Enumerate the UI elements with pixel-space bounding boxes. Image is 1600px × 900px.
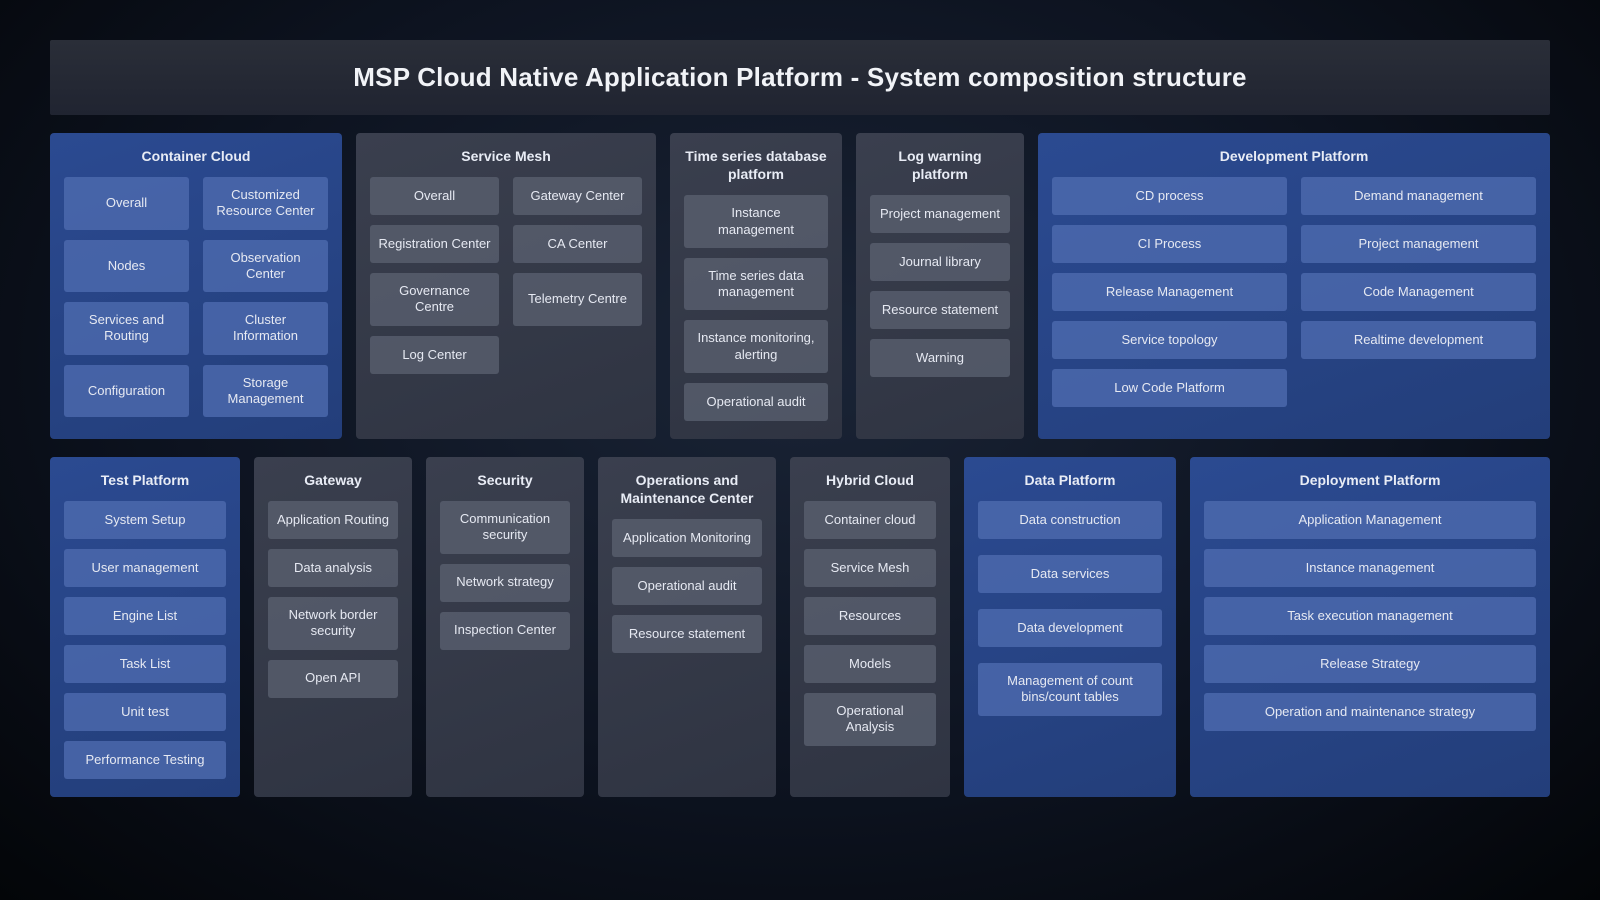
card-gateway: Gateway Application Routing Data analysi… bbox=[254, 457, 412, 797]
item[interactable]: Network border security bbox=[268, 597, 398, 650]
card-title: Time series database platform bbox=[684, 147, 828, 183]
card-tsdb: Time series database platform Instance m… bbox=[670, 133, 842, 439]
card-hybrid-cloud: Hybrid Cloud Container cloud Service Mes… bbox=[790, 457, 950, 797]
item[interactable]: Warning bbox=[870, 339, 1010, 377]
card-title: Development Platform bbox=[1052, 147, 1536, 165]
item[interactable]: Open API bbox=[268, 660, 398, 698]
card-title: Log warning platform bbox=[870, 147, 1010, 183]
card-log-warning: Log warning platform Project management … bbox=[856, 133, 1024, 439]
card-title: Operations and Maintenance Center bbox=[612, 471, 762, 507]
item[interactable]: Release Management bbox=[1052, 273, 1287, 311]
page-title: MSP Cloud Native Application Platform - … bbox=[60, 62, 1540, 93]
item[interactable]: Services and Routing bbox=[64, 302, 189, 355]
item[interactable]: Models bbox=[804, 645, 936, 683]
card-title: Hybrid Cloud bbox=[804, 471, 936, 489]
card-security: Security Communication security Network … bbox=[426, 457, 584, 797]
item[interactable]: Resource statement bbox=[870, 291, 1010, 329]
item[interactable]: Service Mesh bbox=[804, 549, 936, 587]
item[interactable]: Data analysis bbox=[268, 549, 398, 587]
card-omc: Operations and Maintenance Center Applic… bbox=[598, 457, 776, 797]
item[interactable]: Observation Center bbox=[203, 240, 328, 293]
item[interactable]: Project management bbox=[1301, 225, 1536, 263]
card-service-mesh: Service Mesh Overall Gateway Center Regi… bbox=[356, 133, 656, 439]
item[interactable]: Communication security bbox=[440, 501, 570, 554]
item[interactable]: Data services bbox=[978, 555, 1162, 593]
item[interactable]: Engine List bbox=[64, 597, 226, 635]
item[interactable]: Inspection Center bbox=[440, 612, 570, 650]
item[interactable]: Application Monitoring bbox=[612, 519, 762, 557]
item[interactable]: Instance monitoring, alerting bbox=[684, 320, 828, 373]
item[interactable]: Governance Centre bbox=[370, 273, 499, 326]
item[interactable]: Cluster Information bbox=[203, 302, 328, 355]
item[interactable]: CA Center bbox=[513, 225, 642, 263]
item[interactable]: Operation and maintenance strategy bbox=[1204, 693, 1536, 731]
item[interactable]: Performance Testing bbox=[64, 741, 226, 779]
item[interactable]: Resource statement bbox=[612, 615, 762, 653]
card-title: Gateway bbox=[268, 471, 398, 489]
item[interactable]: Release Strategy bbox=[1204, 645, 1536, 683]
item[interactable]: Application Routing bbox=[268, 501, 398, 539]
item[interactable]: Container cloud bbox=[804, 501, 936, 539]
card-data-platform: Data Platform Data construction Data ser… bbox=[964, 457, 1176, 797]
item[interactable]: Operational Analysis bbox=[804, 693, 936, 746]
item[interactable]: CD process bbox=[1052, 177, 1287, 215]
item[interactable]: Data development bbox=[978, 609, 1162, 647]
item[interactable]: Operational audit bbox=[684, 383, 828, 421]
item[interactable]: Realtime development bbox=[1301, 321, 1536, 359]
item[interactable]: Journal library bbox=[870, 243, 1010, 281]
card-title: Security bbox=[440, 471, 570, 489]
card-title: Data Platform bbox=[978, 471, 1162, 489]
title-bar: MSP Cloud Native Application Platform - … bbox=[50, 40, 1550, 115]
item[interactable]: Low Code Platform bbox=[1052, 369, 1287, 407]
item[interactable]: Application Management bbox=[1204, 501, 1536, 539]
card-development-platform: Development Platform CD process Demand m… bbox=[1038, 133, 1550, 439]
card-title: Test Platform bbox=[64, 471, 226, 489]
card-title: Deployment Platform bbox=[1204, 471, 1536, 489]
item[interactable]: Network strategy bbox=[440, 564, 570, 602]
item[interactable]: Instance management bbox=[684, 195, 828, 248]
item[interactable]: Project management bbox=[870, 195, 1010, 233]
row-1: Container Cloud Overall Customized Resou… bbox=[50, 133, 1550, 439]
item[interactable]: Time series data management bbox=[684, 258, 828, 311]
item[interactable]: Gateway Center bbox=[513, 177, 642, 215]
item[interactable]: Code Management bbox=[1301, 273, 1536, 311]
item[interactable]: Instance management bbox=[1204, 549, 1536, 587]
item[interactable]: Data construction bbox=[978, 501, 1162, 539]
item[interactable]: Overall bbox=[370, 177, 499, 215]
card-title: Service Mesh bbox=[370, 147, 642, 165]
card-test-platform: Test Platform System Setup User manageme… bbox=[50, 457, 240, 797]
item[interactable]: Nodes bbox=[64, 240, 189, 293]
item[interactable]: Configuration bbox=[64, 365, 189, 418]
item[interactable]: Log Center bbox=[370, 336, 499, 374]
item[interactable]: Overall bbox=[64, 177, 189, 230]
card-deployment-platform: Deployment Platform Application Manageme… bbox=[1190, 457, 1550, 797]
item[interactable]: Management of count bins/count tables bbox=[978, 663, 1162, 716]
item[interactable]: User management bbox=[64, 549, 226, 587]
item[interactable]: Operational audit bbox=[612, 567, 762, 605]
item[interactable]: Customized Resource Center bbox=[203, 177, 328, 230]
item[interactable]: CI Process bbox=[1052, 225, 1287, 263]
item[interactable]: Resources bbox=[804, 597, 936, 635]
item[interactable]: Registration Center bbox=[370, 225, 499, 263]
item[interactable]: Storage Management bbox=[203, 365, 328, 418]
item[interactable]: Task List bbox=[64, 645, 226, 683]
card-title: Container Cloud bbox=[64, 147, 328, 165]
item[interactable]: Unit test bbox=[64, 693, 226, 731]
row-2: Test Platform System Setup User manageme… bbox=[50, 457, 1550, 797]
item[interactable]: Task execution management bbox=[1204, 597, 1536, 635]
card-container-cloud: Container Cloud Overall Customized Resou… bbox=[50, 133, 342, 439]
item[interactable]: System Setup bbox=[64, 501, 226, 539]
item[interactable]: Demand management bbox=[1301, 177, 1536, 215]
item[interactable]: Service topology bbox=[1052, 321, 1287, 359]
item[interactable]: Telemetry Centre bbox=[513, 273, 642, 326]
